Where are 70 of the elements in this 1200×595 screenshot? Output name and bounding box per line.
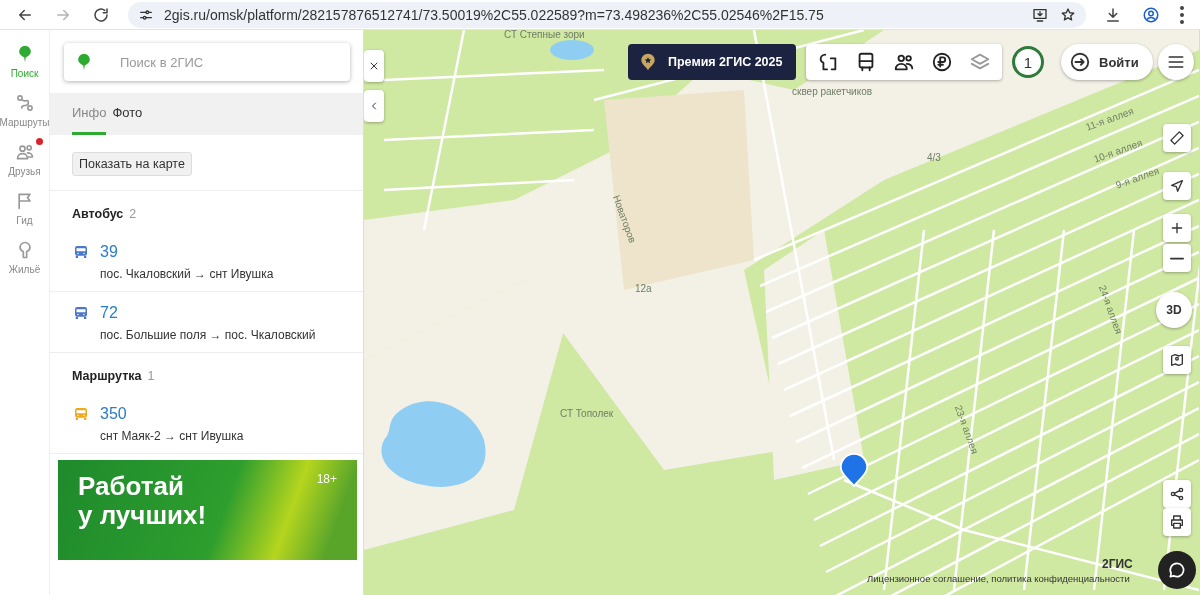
section-title: Автобус (72, 207, 124, 221)
route-direction: пос. Большие поля → пос. Чкаловский (100, 328, 317, 342)
download-icon (1104, 5, 1122, 24)
route-icon (14, 93, 35, 113)
location-pin-icon (838, 452, 870, 488)
section-title: Маршрутка (72, 369, 142, 383)
print-button[interactable] (1163, 508, 1191, 536)
minibus-icon (72, 405, 90, 423)
age-rating: 18+ (316, 472, 337, 486)
zoom-in-button[interactable] (1163, 214, 1191, 242)
ruler-icon (1169, 130, 1185, 146)
map-label: 4/3 (927, 152, 941, 163)
share-icon (1169, 486, 1185, 502)
section-count: 2 (129, 207, 137, 221)
search-field[interactable]: Поиск в 2ГИС (64, 43, 350, 81)
url-text: 2gis.ru/omsk/platform/282157876512741/73.50019%2C55.022589?m=73.498236%2C55.02546%2F15.75 (164, 6, 825, 23)
more-vertical-icon (1180, 5, 1184, 24)
ad-headline: Работай (78, 472, 184, 501)
ruble-icon (931, 51, 953, 73)
map-label: СТ Степные зори (504, 30, 585, 40)
login-button[interactable]: Войти (1061, 44, 1153, 80)
route-number-link[interactable]: 72 (100, 304, 341, 322)
ad-headline: у лучших! (78, 500, 207, 530)
close-icon (368, 60, 380, 72)
sidebar-nav-item[interactable]: Маршруты (0, 93, 49, 128)
chat-bubble-icon (1167, 560, 1187, 580)
printer-icon (1169, 514, 1185, 530)
people-icon (14, 142, 35, 162)
map-pin-icon (1169, 352, 1185, 368)
route-direction: пос. Чкаловский → снт Ивушка (100, 267, 275, 281)
sidebar-nav-item[interactable]: Друзья (0, 142, 49, 177)
install-app-icon[interactable] (1032, 6, 1048, 23)
route-number-link[interactable]: 350 (100, 405, 341, 423)
my-location-button[interactable] (1163, 172, 1191, 200)
map-label: 24-я аллея (1096, 283, 1125, 336)
tab[interactable]: Фото (112, 93, 143, 135)
tab[interactable]: Инфо (72, 93, 107, 135)
route-direction: снт Маяк-2 → снт Ивушка (100, 429, 245, 443)
profile-icon (1142, 5, 1160, 24)
sign-in-icon (1069, 51, 1091, 73)
ad-banner[interactable]: Работай у лучших! 18+ (58, 460, 357, 560)
map-label: 11-я аллея (1084, 105, 1135, 133)
map-label: сквер ракетчиков (792, 86, 873, 97)
show-on-map-button[interactable]: Показать на карте (72, 152, 192, 176)
section-count: 1 (147, 369, 155, 383)
award-button[interactable]: Премия 2ГИС 2025 (628, 44, 797, 80)
license-links[interactable]: Лицензионное соглашение, политика конфиденциальности (867, 573, 1130, 584)
sidebar-nav-item[interactable]: Гид (0, 191, 49, 226)
minus-icon (1170, 256, 1184, 260)
bus-icon (72, 304, 90, 322)
award-pin-icon (638, 51, 658, 73)
map-mode-button[interactable] (1163, 346, 1191, 374)
share-button[interactable] (1163, 480, 1191, 508)
zoom-out-button[interactable] (1163, 244, 1191, 272)
map-label: 9-я аллея (1114, 164, 1161, 191)
map-label: 10-я аллея (1092, 136, 1144, 165)
navigation-arrow-icon (1169, 178, 1185, 194)
map-label: СТ Тополек (560, 408, 614, 419)
bus-icon (72, 243, 90, 261)
bookmark-star-icon[interactable] (1060, 6, 1076, 23)
map-label: 23-я аллея (952, 403, 981, 456)
address-bar[interactable]: 2gis.ru/omsk/platform/282157876512741/73.50019%2C55.022589?m=73.498236%2C55.02546%2F15.75 (128, 1, 1086, 28)
route-number-link[interactable]: 39 (100, 243, 341, 261)
sidebar-nav-item[interactable]: Поиск (0, 44, 49, 79)
plus-icon (1169, 220, 1185, 236)
ruler-button[interactable] (1163, 124, 1191, 152)
map-logo: 2ГИС (1102, 557, 1133, 571)
map-label: 12а (635, 283, 652, 294)
sidebar-nav-item[interactable]: Жильё (0, 240, 49, 275)
reload-icon (92, 5, 110, 24)
